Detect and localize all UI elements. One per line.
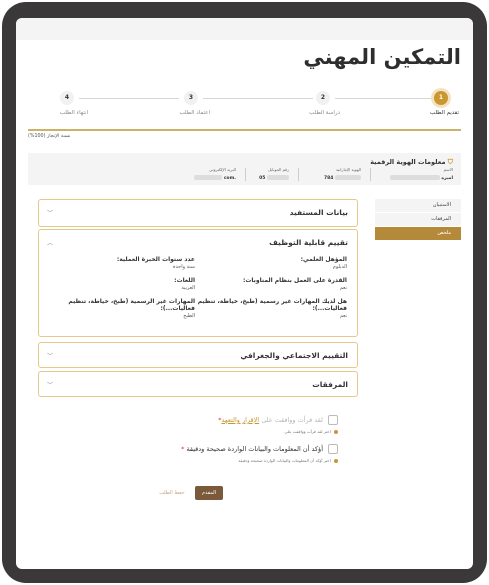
name-label: الاسم <box>443 167 453 172</box>
accuracy-text: أؤكد أن المعلومات والبيانات الواردة صحيح… <box>181 445 323 453</box>
identity-phone-field: رقم الموبايل 05 <box>259 167 289 181</box>
section-title: التقييم الاجتماعي والجغرافي <box>240 351 348 360</box>
accuracy-hint-text: اختر أؤكد أن المعلومات والبيانات الواردة… <box>238 458 331 463</box>
declaration-consent-row: لقد قرأت ووافقت على الإقرار والتعهد* اخت… <box>138 415 338 437</box>
identity-name-field: الاسم اميره <box>389 167 453 181</box>
progress-stepper: 1 تقديم الطلب 2 دراسة الطلب 3 اعتماد الط… <box>16 89 473 129</box>
redacted-block <box>194 175 223 180</box>
section-header[interactable]: التقييم الاجتماعي والجغرافي ﹀ <box>39 343 357 369</box>
shield-icon: ⛉ <box>447 158 453 166</box>
step-4-circle: 4 <box>60 91 74 105</box>
step-1-circle: 1 <box>434 91 448 105</box>
languages-item: اللغات: العربية <box>45 277 195 291</box>
email-value: .com <box>223 176 236 181</box>
informal-skills-value: الطبخ <box>183 313 195 319</box>
section-title: تقييم قابلية التوظيف <box>269 238 348 247</box>
sidebar-item-summary[interactable]: ملخص <box>375 227 461 240</box>
declaration-checkbox[interactable] <box>328 415 338 425</box>
declaration-link[interactable]: الإقرار والتعهد <box>221 416 259 424</box>
digital-identity-panel: ⛉ معلومات الهوية الرقمية الاسم اميره اله… <box>28 153 461 185</box>
step-2-circle: 2 <box>316 91 330 105</box>
identity-title: معلومات الهوية الرقمية <box>370 158 446 166</box>
redacted-block <box>267 175 289 180</box>
name-value: اميره <box>441 176 453 181</box>
phone-value: 05 <box>259 176 266 181</box>
accuracy-consent-row: أؤكد أن المعلومات والبيانات الواردة صحيح… <box>138 444 338 466</box>
step-connector <box>79 98 179 99</box>
sidebar-item-attachments[interactable]: المرفقات <box>375 213 461 226</box>
step-connector <box>335 98 435 99</box>
step-2-label: دراسة الطلب <box>309 110 340 116</box>
experience-item: عدد سنوات الخبرة العملية: سنة واحدة <box>45 256 195 270</box>
info-icon <box>334 459 338 463</box>
beneficiary-section[interactable]: بيانات المستفيد ﹀ <box>38 199 358 227</box>
section-header[interactable]: بيانات المستفيد ﹀ <box>39 200 357 226</box>
experience-label: عدد سنوات الخبرة العملية: <box>116 256 195 263</box>
page-title: التمكين المهني <box>303 45 461 69</box>
email-label: البريد الإلكتروني <box>209 167 236 172</box>
save-request-button[interactable]: حفظ الطلب <box>155 486 189 500</box>
step-connector <box>203 98 313 99</box>
progress-label: نسبة الإنجاز (100%) <box>28 134 71 139</box>
section-title: المرفقات <box>312 380 348 389</box>
informal-skills-question-value: نعم <box>339 313 347 319</box>
section-sidebar: الاستبيان المرفقات ملخص <box>375 199 461 241</box>
accuracy-label: أؤكد أن المعلومات والبيانات الواردة صحيح… <box>186 445 323 453</box>
redacted-block <box>389 175 440 180</box>
section-title: بيانات المستفيد <box>289 208 348 217</box>
section-header[interactable]: المرفقات ﹀ <box>39 372 357 398</box>
phone-label: رقم الموبايل <box>268 167 289 172</box>
employability-section: تقييم قابلية التوظيف ︿ المؤهل العلمي: ال… <box>38 229 358 337</box>
chevron-down-icon: ﹀ <box>47 353 54 360</box>
declaration-hint-text: اختر لقد قرأت ووافقت على <box>284 429 331 434</box>
identity-email-field: البريد الإلكتروني .com <box>194 167 236 181</box>
app-screen: التمكين المهني 1 تقديم الطلب 2 دراسة الط… <box>16 18 473 569</box>
step-3-circle: 3 <box>184 91 198 105</box>
declaration-hint: اختر لقد قرأت ووافقت على <box>284 429 338 434</box>
informal-skills-question-item: هل لديك المهارات غير رسمية (طبخ، خياطة، … <box>197 298 347 319</box>
identity-title-row: ⛉ معلومات الهوية الرقمية <box>370 158 453 167</box>
identity-id-field: الهوية الإماراتية 784 <box>324 167 361 181</box>
shifts-item: القدرة على العمل بنظام المناوبات: نعم <box>197 277 347 291</box>
qualification-value: الدبلوم <box>332 264 347 270</box>
social-geographic-section[interactable]: التقييم الاجتماعي والجغرافي ﹀ <box>38 342 358 368</box>
informal-skills-label: المهارات غير الرسمية (طبخ، خياطة، تنظيم … <box>68 298 195 312</box>
accuracy-checkbox[interactable] <box>328 444 338 454</box>
attachments-section[interactable]: المرفقات ﹀ <box>38 371 358 397</box>
shifts-value: نعم <box>339 285 347 291</box>
field-separator <box>298 168 299 181</box>
device-frame: التمكين المهني 1 تقديم الطلب 2 دراسة الط… <box>2 2 487 583</box>
declaration-text: لقد قرأت ووافقت على الإقرار والتعهد* <box>218 416 323 424</box>
qualification-label: المؤهل العلمي: <box>300 256 347 263</box>
informal-skills-item: المهارات غير الرسمية (طبخ، خياطة، تنظيم … <box>45 298 195 319</box>
informal-skills-question-label: هل لديك المهارات غير رسمية (طبخ، خياطة، … <box>197 298 347 312</box>
languages-value: العربية <box>181 285 195 291</box>
field-separator <box>370 168 371 181</box>
accuracy-hint: اختر أؤكد أن المعلومات والبيانات الواردة… <box>238 458 338 463</box>
declaration-prefix: لقد قرأت ووافقت على <box>261 416 323 424</box>
section-header[interactable]: تقييم قابلية التوظيف ︿ <box>39 230 357 256</box>
chevron-down-icon: ﹀ <box>47 210 54 217</box>
step-1-label: تقديم الطلب <box>429 110 459 116</box>
step-4-label: انتهاء الطلب <box>59 110 88 116</box>
chevron-down-icon: ﹀ <box>47 382 54 389</box>
shifts-label: القدرة على العمل بنظام المناوبات: <box>242 277 347 284</box>
progress-bar <box>28 129 461 131</box>
qualification-item: المؤهل العلمي: الدبلوم <box>197 256 347 270</box>
experience-value: سنة واحدة <box>172 264 195 270</box>
languages-label: اللغات: <box>174 277 195 284</box>
field-separator <box>245 168 246 181</box>
required-mark: * <box>181 445 185 453</box>
sidebar-item-survey[interactable]: الاستبيان <box>375 199 461 212</box>
chevron-up-icon: ︿ <box>47 240 54 247</box>
emirates-id-value: 784 <box>324 176 334 181</box>
info-icon <box>334 430 338 434</box>
step-3-label: اعتماد الطلب <box>179 110 210 116</box>
emirates-id-label: الهوية الإماراتية <box>335 167 361 172</box>
redacted-block <box>335 175 361 180</box>
top-banner <box>16 18 473 40</box>
submit-button[interactable]: المقدم <box>195 486 223 500</box>
